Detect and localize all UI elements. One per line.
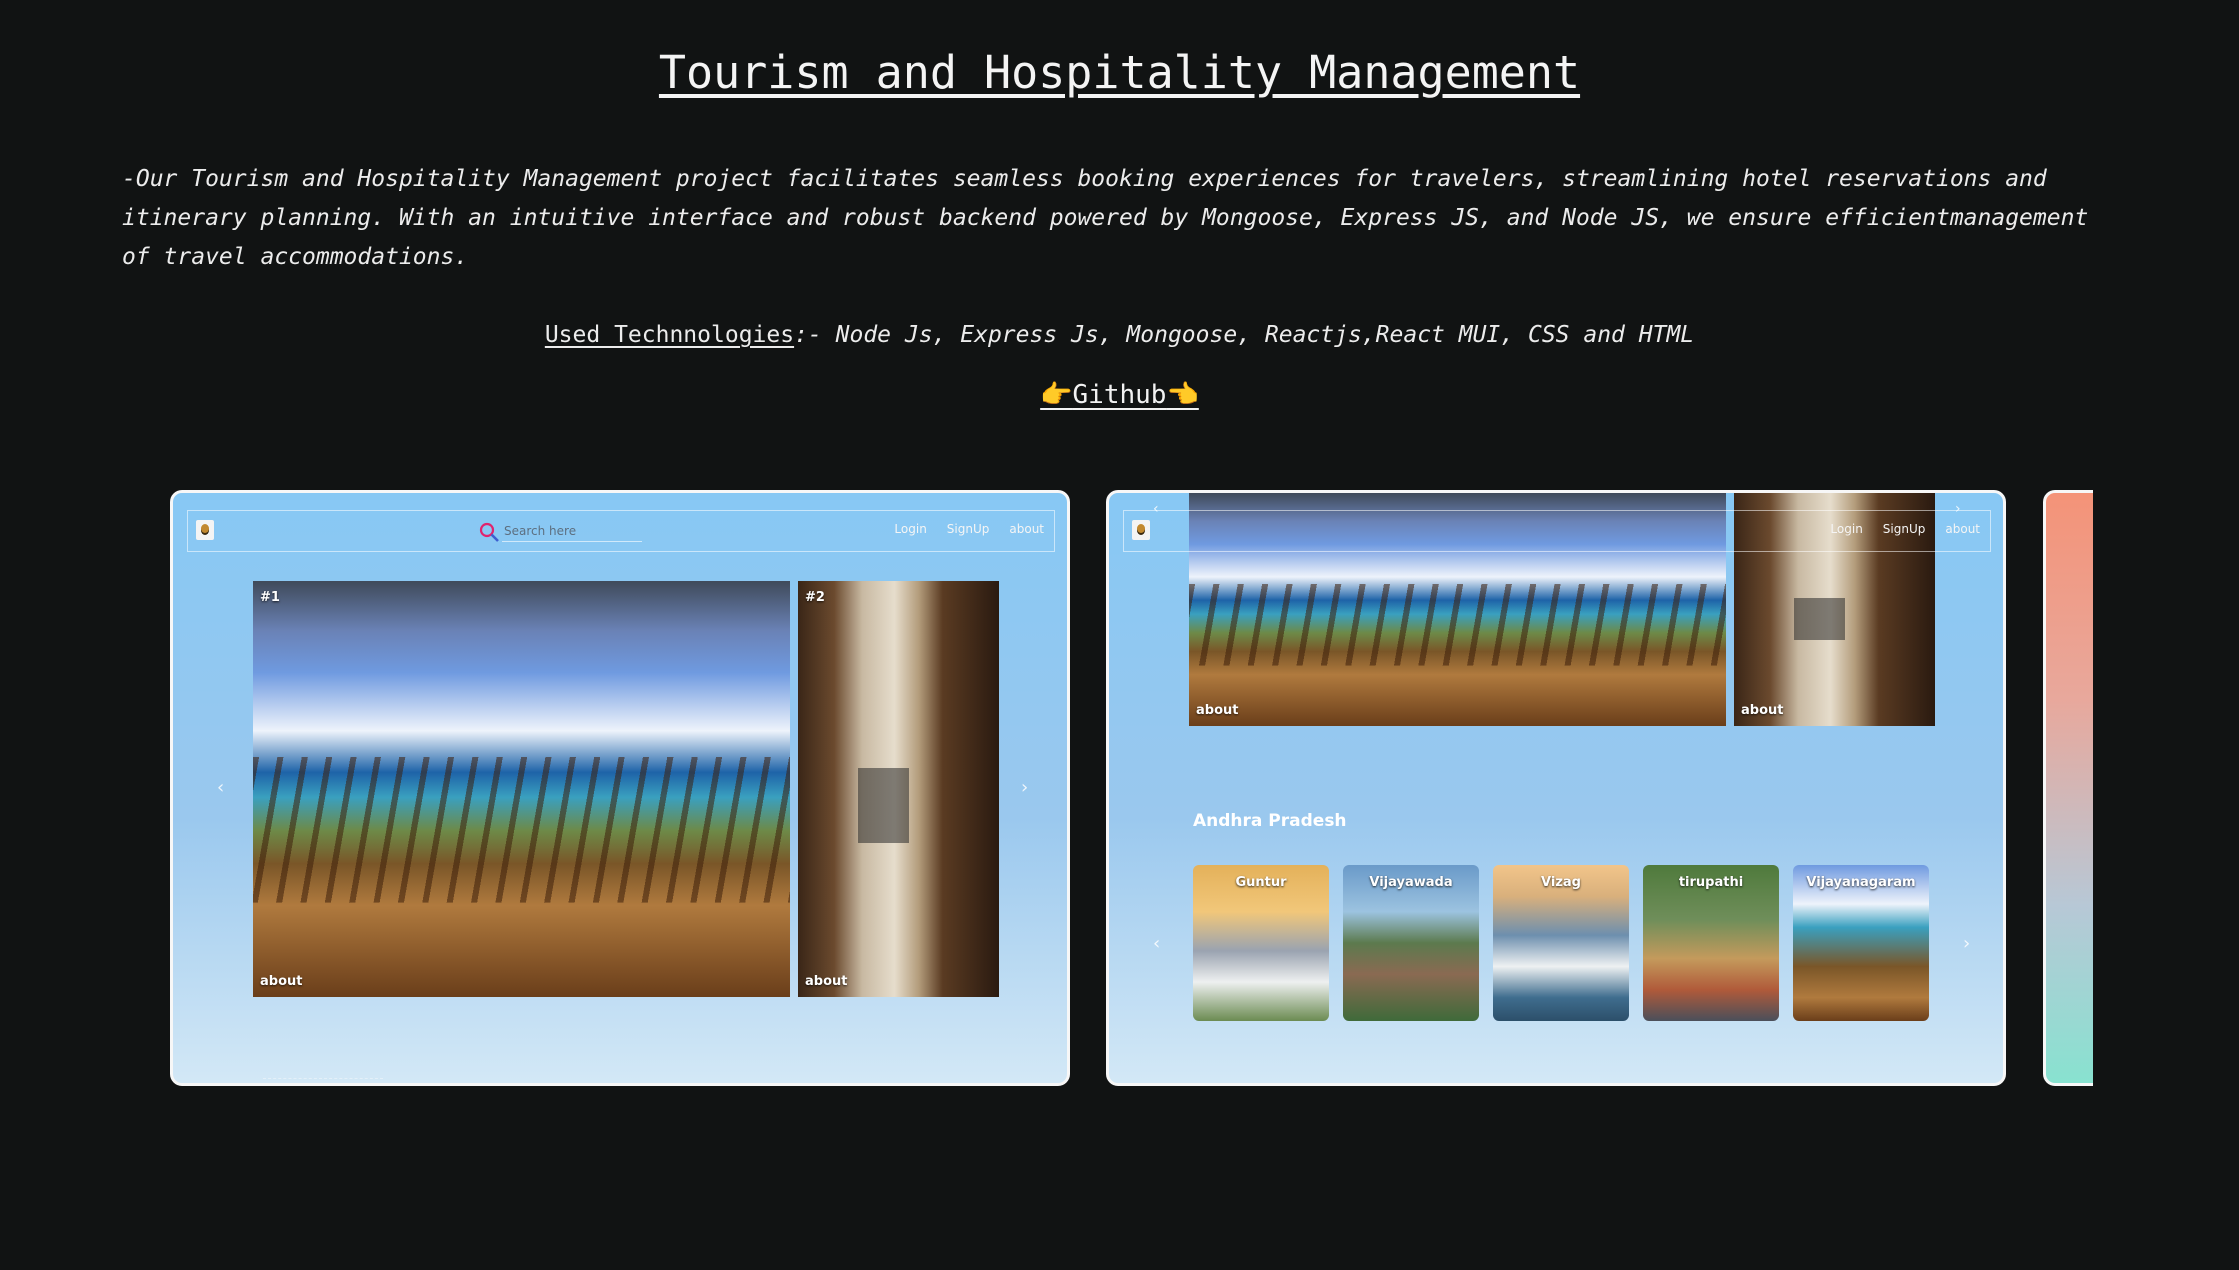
nav-about[interactable]: about <box>1945 522 1980 536</box>
photo-label: about <box>1196 703 1239 718</box>
search-input[interactable] <box>502 521 642 542</box>
city-card-vijayanagaram[interactable]: Vijayanagaram <box>1793 865 1929 1021</box>
section-title: Andhra Pradesh <box>1193 811 1347 831</box>
photo-number: #1 <box>260 590 280 605</box>
logo[interactable] <box>1132 520 1150 540</box>
page-title: Tourism and Hospitality Management <box>658 46 1581 99</box>
photo-number: #2 <box>805 590 825 605</box>
nav-links: Login SignUp about <box>1830 522 1980 536</box>
nav-about[interactable]: about <box>1009 522 1044 536</box>
chevron-left-icon[interactable]: ‹ <box>1153 501 1159 517</box>
city-card-vizag[interactable]: Vizag <box>1493 865 1629 1021</box>
search-bar <box>478 521 642 543</box>
hotel-photo-room[interactable]: #2 about <box>798 581 999 997</box>
photo-label: about <box>1741 703 1784 718</box>
nav-signup[interactable]: SignUp <box>947 522 990 536</box>
search-icon[interactable] <box>478 521 500 543</box>
github-link[interactable]: 👉Github👈 <box>1040 380 1199 410</box>
photo-label: about <box>260 974 303 989</box>
app-navbar: Login SignUp about <box>187 510 1055 552</box>
chevron-left-icon[interactable]: ‹ <box>217 777 224 798</box>
carousel-slide-3[interactable] <box>2043 490 2093 1086</box>
chevron-right-icon[interactable]: › <box>1955 501 1961 517</box>
nav-login[interactable]: Login <box>1830 522 1862 536</box>
photo-label: about <box>805 974 848 989</box>
city-name: Vizag <box>1541 875 1581 890</box>
github-line: 👉Github👈 <box>0 380 2239 410</box>
city-card-vijayawada[interactable]: Vijayawada <box>1343 865 1479 1021</box>
technologies-line: Used Technnologies:- Node Js, Express Js… <box>0 322 2239 348</box>
nav-links: Login SignUp about <box>894 522 1044 536</box>
pointing-right-icon: 👉 <box>1040 380 1073 410</box>
city-card-tirupathi[interactable]: tirupathi <box>1643 865 1779 1021</box>
section-divider <box>263 1078 383 1083</box>
city-card-guntur[interactable]: Guntur <box>1193 865 1329 1021</box>
nav-login[interactable]: Login <box>894 522 926 536</box>
technologies-label: Used Technnologies <box>544 322 795 348</box>
city-name: Vijayanagaram <box>1806 875 1916 890</box>
github-link-label: Github <box>1072 380 1167 410</box>
hotel-photo-balcony[interactable]: #1 about <box>253 581 790 997</box>
city-name: tirupathi <box>1678 875 1744 890</box>
logo[interactable] <box>196 520 214 540</box>
chevron-left-icon[interactable]: ‹ <box>1153 933 1160 954</box>
pointing-left-icon: 👈 <box>1166 380 1199 410</box>
city-name: Vijayawada <box>1369 875 1453 890</box>
chevron-right-icon[interactable]: › <box>1021 777 1028 798</box>
technologies-list: :- Node Js, Express Js, Mongoose, Reactj… <box>794 322 1695 348</box>
nav-signup[interactable]: SignUp <box>1883 522 1926 536</box>
city-name: Guntur <box>1235 875 1287 890</box>
chevron-right-icon[interactable]: › <box>1963 933 1970 954</box>
carousel-slide-1[interactable]: Login SignUp about #1 about #2 about ‹ › <box>170 490 1070 1086</box>
project-description: -Our Tourism and Hospitality Management … <box>122 166 2089 270</box>
carousel-slide-2[interactable]: about about Login SignUp about ‹ › Andhr… <box>1106 490 2006 1086</box>
app-navbar: Login SignUp about <box>1123 510 1991 552</box>
